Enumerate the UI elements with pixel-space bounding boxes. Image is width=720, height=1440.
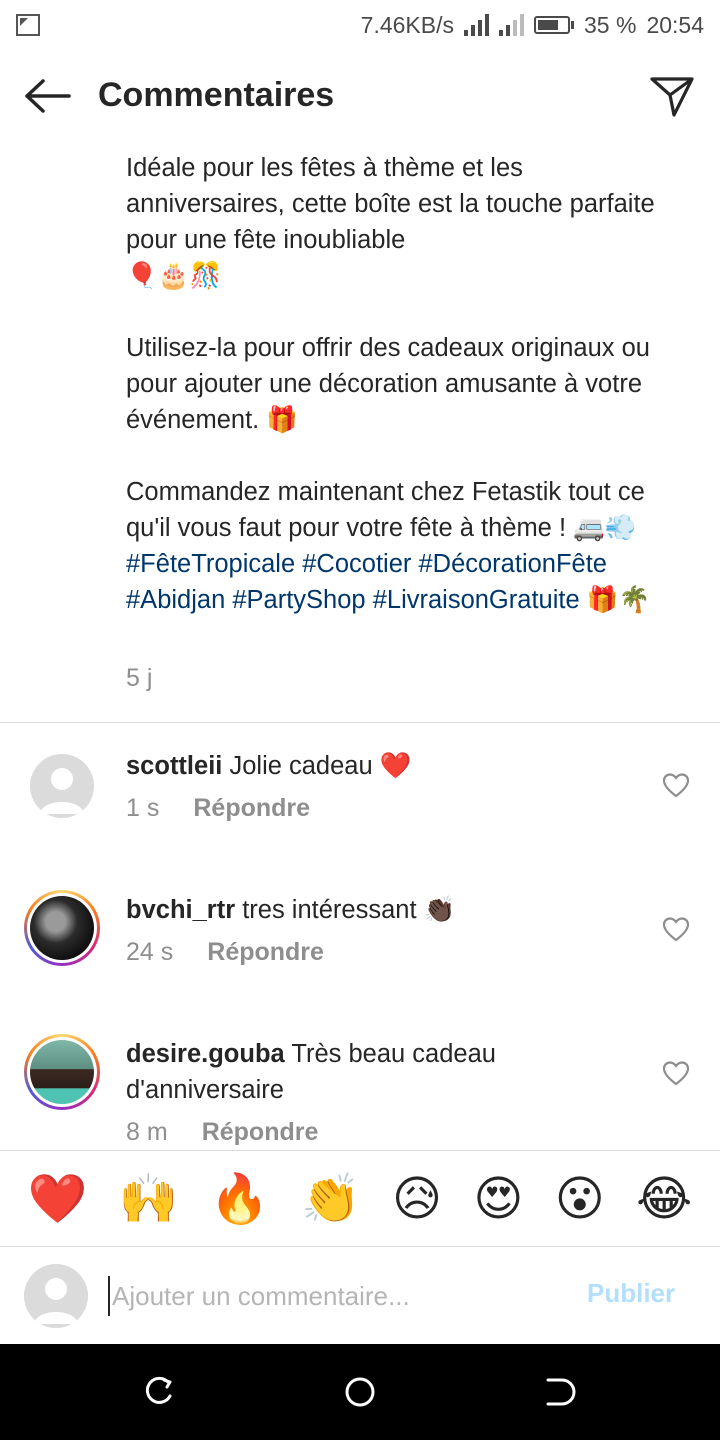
comment-body: tres intéressant [242,896,417,924]
reaction-heart-eyes[interactable]: 😍 [473,1175,523,1223]
home-icon[interactable] [342,1374,378,1410]
caption-timestamp: 5 j [126,664,153,692]
default-avatar-icon [34,1278,78,1324]
quick-reactions-bar: ❤️ 🙌 🔥 👏 😥 😍 😮 😂 [0,1150,720,1247]
system-nav-bar [0,1344,720,1440]
caption-end-emojis: 🎁🌴 [586,586,651,614]
hashtag-link[interactable]: #Cocotier [302,550,411,578]
comment-time: 24 s [126,938,174,966]
comment-composer: Publier [0,1248,720,1344]
heart-icon[interactable] [662,1060,690,1086]
reaction-raised-hands[interactable]: 🙌 [119,1175,179,1223]
reaction-laughing[interactable]: 😂 [636,1175,692,1223]
avatar [24,1264,88,1328]
comment-username[interactable]: bvchi_rtr [126,896,235,924]
caption-emojis-3: 🚐💨 [573,514,637,542]
comment-meta: 8 m Répondre [126,1118,318,1147]
comment-text: bvchi_rtr tres intéressant 👏🏿 [126,892,636,928]
clock: 20:54 [646,11,704,38]
comment-meta: 24 s Répondre [126,938,324,967]
hashtag-link[interactable]: #DécorationFête [418,550,607,578]
avatar[interactable] [24,890,100,966]
reaction-fire[interactable]: 🔥 [210,1175,270,1223]
back-nav-icon[interactable] [542,1374,578,1410]
reaction-clap[interactable]: 👏 [301,1175,361,1223]
send-icon [650,77,694,117]
reply-button[interactable]: Répondre [202,1118,319,1147]
hashtag-link[interactable]: #PartyShop [232,586,365,614]
battery-level: 35 % [584,11,637,38]
arrow-left-icon [25,79,71,113]
screenshot-icon [16,14,40,36]
default-avatar-icon [40,768,84,814]
heart-icon[interactable] [662,772,690,798]
battery-icon [534,16,574,34]
reaction-surprised[interactable]: 😮 [555,1175,605,1223]
recents-icon[interactable] [142,1374,178,1410]
reply-button[interactable]: Répondre [207,938,324,967]
comment-meta: 1 s Répondre [126,794,310,823]
reaction-sad[interactable]: 😥 [392,1175,442,1223]
caption-paragraph-2: Utilisez-la pour offrir des cadeaux orig… [126,334,650,434]
post-caption: Idéale pour les fêtes à thème et les ann… [126,150,686,618]
publish-button[interactable]: Publier [587,1278,675,1309]
comment-body: Jolie cadeau [229,752,373,780]
back-button[interactable] [20,72,74,120]
caption-paragraph-1: Idéale pour les fêtes à thème et les ann… [126,154,655,254]
comment-text: scottleii Jolie cadeau ❤️ [126,748,636,784]
reply-button[interactable]: Répondre [193,794,310,823]
divider [0,722,720,723]
reaction-heart[interactable]: ❤️ [28,1175,88,1223]
signal-icon-2 [499,14,524,36]
caption-paragraph-3: Commandez maintenant chez Fetastik tout … [126,478,645,542]
hashtag-link[interactable]: #LivraisonGratuite [373,586,580,614]
header: Commentaires [0,50,720,142]
caption-emoji-2: 🎁 [266,406,299,434]
avatar-photo [30,896,94,960]
comment-emoji: ❤️ [379,752,412,780]
hashtag-link[interactable]: #Abidjan [126,586,225,614]
comment-text: desire.gouba Très beau cadeau d'annivers… [126,1036,636,1108]
signal-icon [464,14,489,36]
comment-time: 8 m [126,1118,168,1146]
page-title: Commentaires [98,76,335,114]
avatar[interactable] [30,754,94,818]
share-button[interactable] [646,70,698,122]
comment-time: 1 s [126,794,160,822]
hashtag-link[interactable]: #FêteTropicale [126,550,295,578]
status-bar: 7.46KB/s 35 % 20:54 [0,0,720,50]
heart-icon[interactable] [662,916,690,942]
comment-input[interactable] [108,1276,568,1316]
comment-username[interactable]: desire.gouba [126,1040,285,1068]
comment-username[interactable]: scottleii [126,752,222,780]
comment-emoji: 👏🏿 [423,896,456,924]
avatar-photo [30,1040,94,1104]
avatar[interactable] [24,1034,100,1110]
network-speed: 7.46KB/s [360,11,454,38]
caption-emojis-1: 🎈🎂🎊 [126,262,222,290]
